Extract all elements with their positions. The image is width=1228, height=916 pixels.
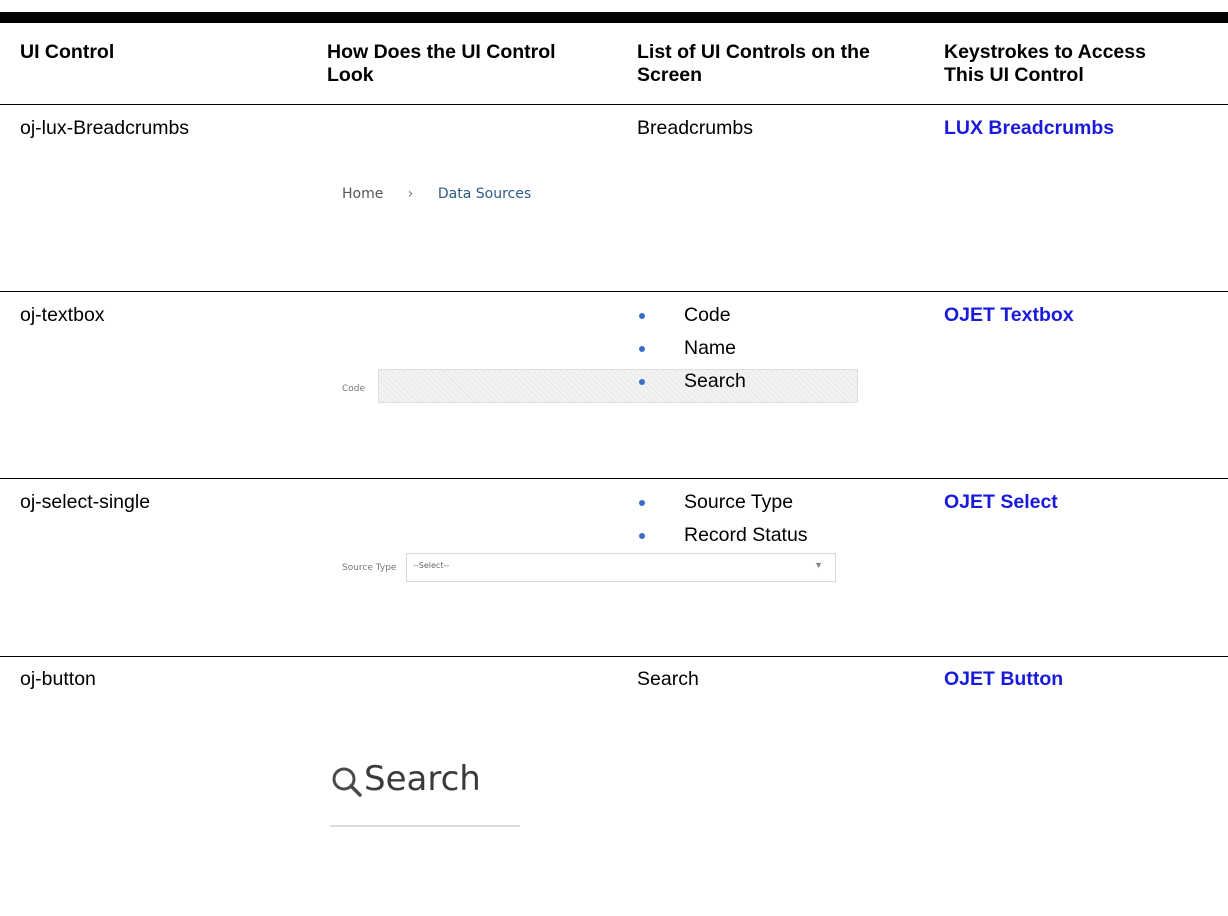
row-list-button: Search xyxy=(637,668,699,690)
textbox-preview-field xyxy=(378,369,858,403)
header-keystrokes-line2: This UI Control xyxy=(944,64,1084,86)
textbox-control-list: Code Name Search xyxy=(637,304,746,403)
header-ui-control: UI Control xyxy=(20,41,114,64)
header-look-line2: Look xyxy=(327,64,374,86)
breadcrumb: Home › Data Sources xyxy=(342,186,531,202)
header-list-line1: List of UI Controls on the xyxy=(637,41,870,63)
row-divider-3 xyxy=(0,656,1228,657)
row-control-breadcrumbs: oj-lux-Breadcrumbs xyxy=(20,117,190,139)
search-button-label: Search xyxy=(364,759,481,799)
header-look-line1: How Does the UI Control xyxy=(327,41,556,63)
header-divider xyxy=(0,104,1228,105)
row-divider-2 xyxy=(0,478,1228,479)
select-control-list: Source Type Record Status xyxy=(637,491,808,557)
header-look: How Does the UI Control Look xyxy=(327,41,556,87)
search-button-preview: Search xyxy=(330,759,520,829)
link-ojet-textbox[interactable]: OJET Textbox xyxy=(944,304,1074,327)
select-label: Source Type xyxy=(342,563,397,573)
list-item: Name xyxy=(637,337,746,360)
row-control-select: oj-select-single xyxy=(20,491,151,513)
list-item: Source Type xyxy=(637,491,808,514)
row-list-breadcrumbs: Breadcrumbs xyxy=(637,117,753,139)
row-control-textbox: oj-textbox xyxy=(20,304,105,326)
search-icon xyxy=(332,767,362,797)
header-list: List of UI Controls on the Screen xyxy=(637,41,870,87)
list-item: Record Status xyxy=(637,524,808,547)
chevron-right-icon: › xyxy=(407,186,414,202)
breadcrumb-home: Home xyxy=(342,186,384,202)
search-button-underline xyxy=(330,825,520,827)
link-ojet-select[interactable]: OJET Select xyxy=(944,491,1058,514)
breadcrumb-current: Data Sources xyxy=(437,186,532,202)
header-keystrokes-line1: Keystrokes to Access xyxy=(944,41,1146,63)
select-preview-field: --Select-- ▼ xyxy=(406,553,836,582)
select-value: --Select-- xyxy=(413,561,450,570)
header-ui-control-text: UI Control xyxy=(20,41,115,63)
textbox-label: Code xyxy=(342,384,366,394)
list-item: Code xyxy=(637,304,746,327)
chevron-down-icon: ▼ xyxy=(814,560,823,570)
row-control-button: oj-button xyxy=(20,668,96,690)
top-rule xyxy=(0,12,1228,23)
header-list-line2: Screen xyxy=(637,64,703,86)
link-lux-breadcrumbs[interactable]: LUX Breadcrumbs xyxy=(944,117,1114,140)
list-item: Search xyxy=(637,370,746,393)
header-keystrokes: Keystrokes to Access This UI Control xyxy=(944,41,1146,87)
row-divider-1 xyxy=(0,291,1228,292)
link-ojet-button[interactable]: OJET Button xyxy=(944,668,1063,691)
